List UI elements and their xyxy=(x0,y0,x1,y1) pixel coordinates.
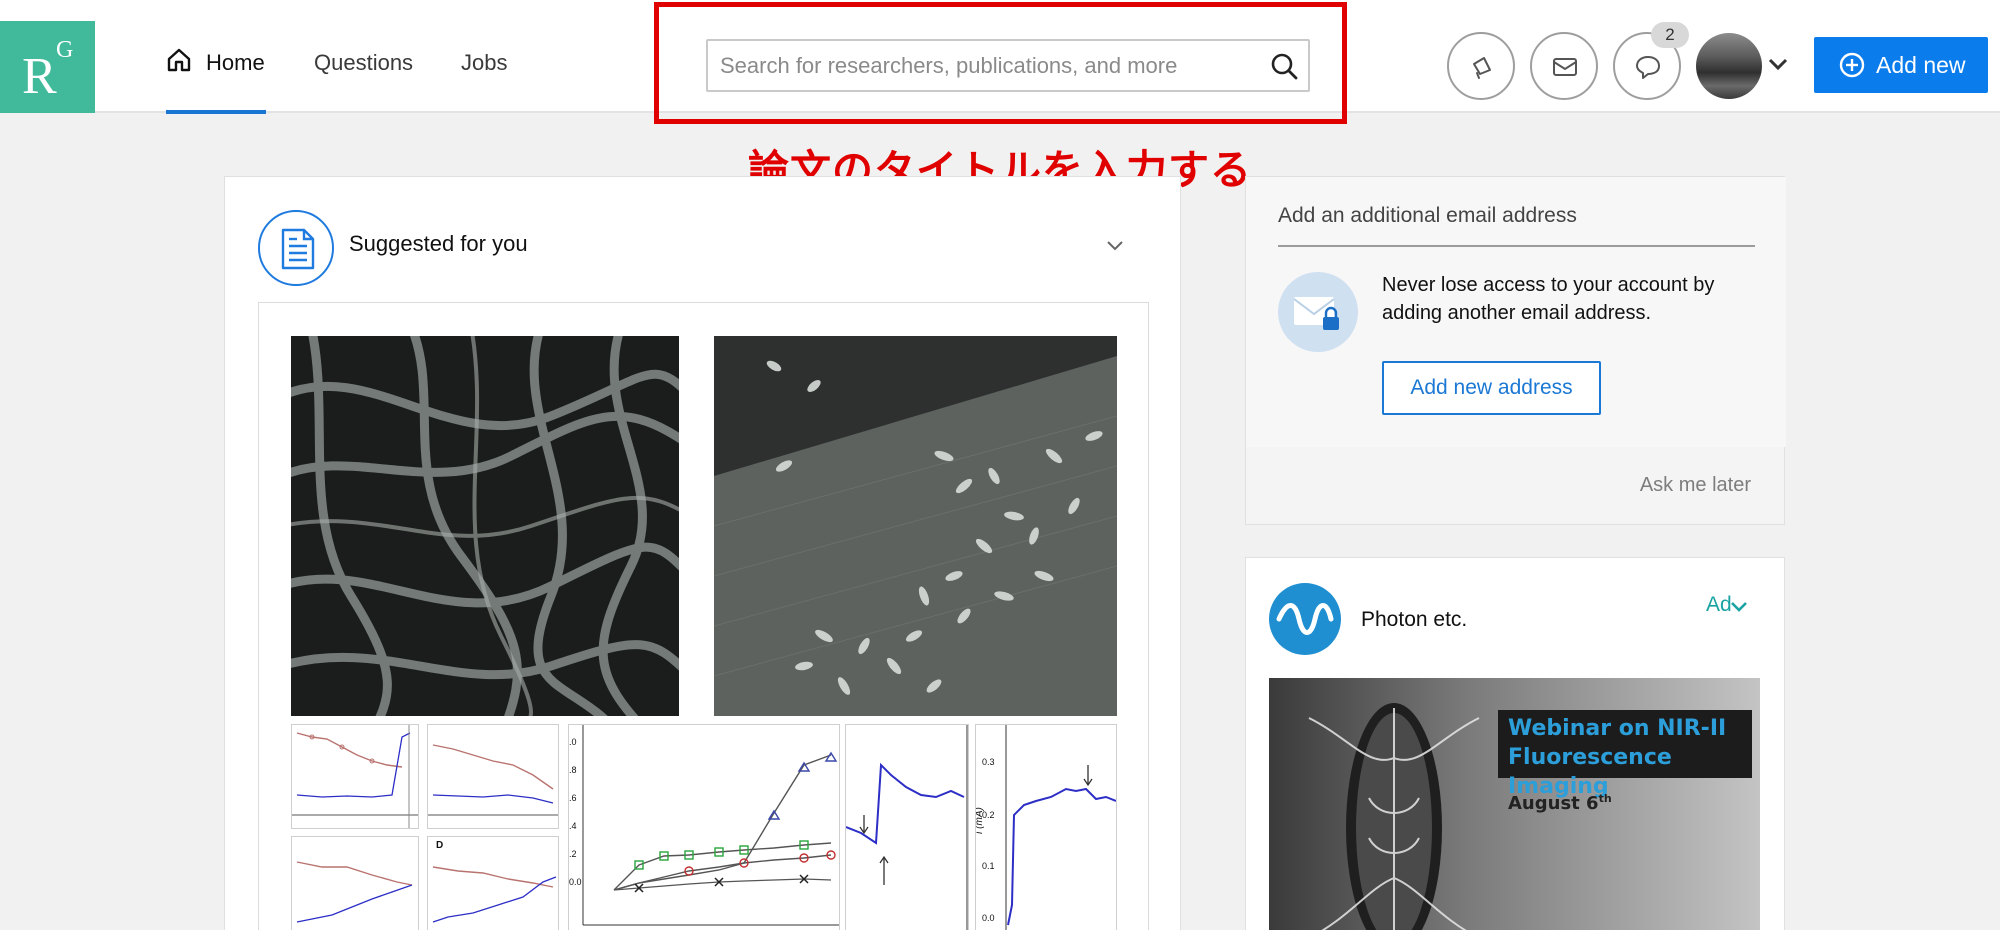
tick-label: 0.0 xyxy=(982,913,995,923)
researchgate-logo[interactable]: R G xyxy=(0,21,95,113)
tick-label: .2 xyxy=(569,849,577,859)
advertiser-name[interactable]: Photon etc. xyxy=(1361,608,1467,632)
ad-banner-image[interactable]: Webinar on NIR-II Fluorescence Imaging A… xyxy=(1269,678,1760,930)
email-card-message: Never lose access to your account by add… xyxy=(1382,274,1715,324)
chat-bubble-icon xyxy=(1636,56,1660,79)
add-new-button[interactable]: Add new xyxy=(1814,37,1988,93)
plot-panel-c: .0 .8 .6 .4 .2 0.0 xyxy=(568,724,840,930)
tick-label: 0.0 xyxy=(569,877,582,887)
suggested-feed-card: Suggested for you D .0 .8 .6 .4 .2 0.0 (… xyxy=(224,176,1181,930)
ad-headline: Webinar on NIR-II Fluorescence Imaging xyxy=(1498,710,1752,799)
plot-panel-a2 xyxy=(291,836,419,930)
section-title: Suggested for you xyxy=(349,231,528,256)
nav-active-indicator xyxy=(166,110,266,114)
ask-me-later-link[interactable]: Ask me later xyxy=(1640,474,1751,497)
add-email-card: Add an additional email address Never lo… xyxy=(1245,176,1786,525)
divider xyxy=(1278,245,1755,247)
logo-letter-g: G xyxy=(56,37,74,63)
plus-circle-icon xyxy=(1839,52,1865,78)
email-card-title: Add an additional email address xyxy=(1278,204,1577,227)
home-icon xyxy=(167,48,191,72)
tick-label: 0.3 xyxy=(982,757,995,767)
ad-date-text: August 6 xyxy=(1508,793,1599,814)
chevron-down-icon[interactable] xyxy=(1105,239,1125,253)
notification-count-badge: 2 xyxy=(1651,22,1689,48)
nav-jobs[interactable]: Jobs xyxy=(461,50,507,76)
plot-panel-spike xyxy=(845,724,969,930)
document-icon-badge xyxy=(258,210,334,286)
plot-panel-a xyxy=(291,724,419,829)
sem-image-bacteria xyxy=(714,336,1117,716)
chevron-down-icon[interactable] xyxy=(1730,601,1748,613)
email-lock-icon xyxy=(1278,272,1358,352)
announcements-button[interactable] xyxy=(1447,32,1515,100)
tick-label: .6 xyxy=(569,793,577,803)
tick-label: .8 xyxy=(569,765,577,775)
nav-home-label: Home xyxy=(206,50,265,75)
plot-panel-e: i (mA) 0.3 0.2 0.1 0.0 xyxy=(975,724,1117,930)
user-avatar[interactable] xyxy=(1696,33,1762,99)
plot-panel-b xyxy=(427,724,559,829)
ad-menu-label[interactable]: Ad xyxy=(1706,593,1732,617)
sem-image-fibers xyxy=(291,336,679,716)
publication-card[interactable]: D .0 .8 .6 .4 .2 0.0 (mA) 0.3 0.2 0.1 0.… xyxy=(258,302,1149,930)
photon-etc-logo[interactable] xyxy=(1269,583,1341,655)
nav-questions[interactable]: Questions xyxy=(314,50,413,76)
document-icon xyxy=(281,228,315,270)
tick-label: .4 xyxy=(569,821,577,831)
publication-figure[interactable]: D .0 .8 .6 .4 .2 0.0 (mA) 0.3 0.2 0.1 0.… xyxy=(291,336,1117,930)
search-highlight-annotation-box xyxy=(654,2,1347,124)
tick-label: .0 xyxy=(569,737,577,747)
ad-headline-line-1: Webinar on NIR-II xyxy=(1508,716,1727,741)
ad-date: August 6th xyxy=(1508,792,1612,814)
ad-date-suffix: th xyxy=(1598,792,1612,805)
mail-icon xyxy=(1553,58,1577,76)
add-new-address-button[interactable]: Add new address xyxy=(1382,361,1601,415)
megaphone-icon xyxy=(1473,57,1491,79)
chevron-down-icon[interactable] xyxy=(1767,56,1789,72)
nav-home[interactable]: Home xyxy=(166,48,265,76)
advertisement-card: Photon etc. Ad Webinar on NIR-II Fluores… xyxy=(1245,557,1785,930)
add-new-label: Add new xyxy=(1876,52,1966,78)
plot-panel-d: D xyxy=(427,836,559,930)
messages-button[interactable] xyxy=(1530,32,1598,100)
tick-label: 0.2 xyxy=(982,810,995,820)
tick-label: 0.1 xyxy=(982,861,995,871)
logo-letter-r: R xyxy=(22,48,57,105)
